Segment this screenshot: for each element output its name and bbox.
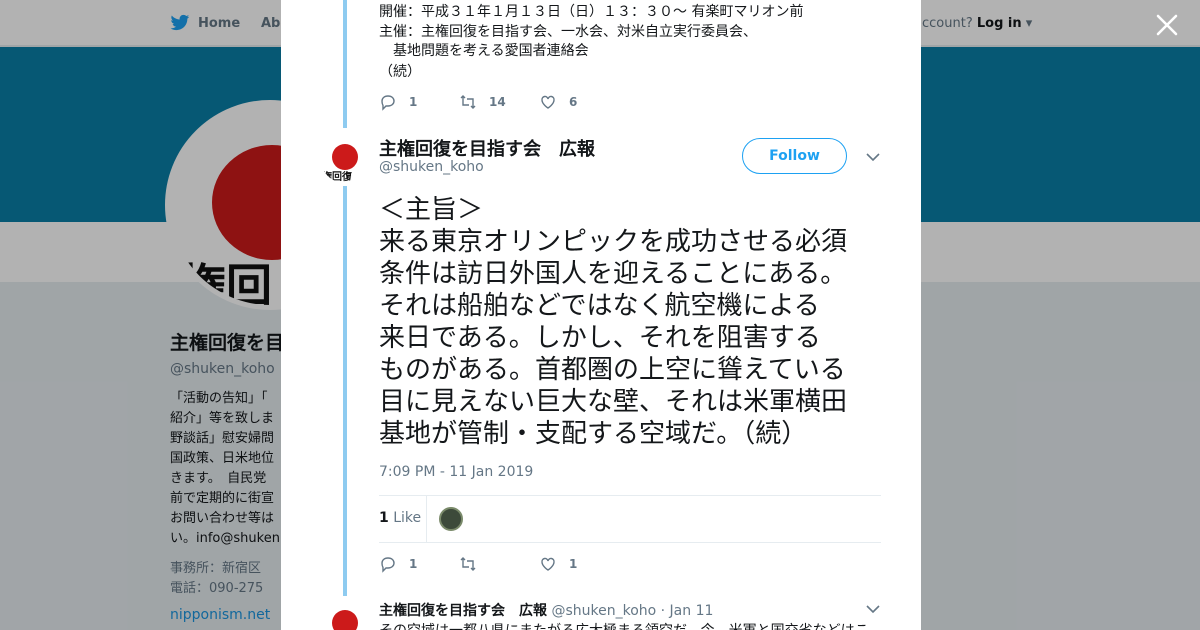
next-tweet-avatar[interactable] bbox=[322, 608, 362, 630]
prev-tweet-line: 開催：平成３１年１月１３日（日）１３：３０～ 有楽町マリオン前 bbox=[379, 4, 804, 20]
reply-button[interactable]: 1 bbox=[379, 555, 459, 573]
like-button[interactable]: 1 bbox=[539, 555, 619, 573]
retweet-button[interactable]: 14 bbox=[459, 93, 539, 111]
retweet-icon bbox=[460, 557, 476, 571]
avatar-logo-mark bbox=[332, 144, 358, 170]
tweet-modal: 開催：平成３１年１月１３日（日）１３：３０～ 有楽町マリオン前 主催：主権回復を… bbox=[281, 0, 921, 630]
prev-tweet-line: 主催：主権回復を目指す会、一水会、対米自立実行委員会、 bbox=[379, 24, 757, 40]
avatar-logo-text: 権回復 bbox=[322, 172, 352, 182]
stats-divider bbox=[426, 496, 427, 543]
reply-icon bbox=[381, 557, 395, 573]
prev-tweet-actions: 1 14 6 bbox=[379, 93, 619, 111]
reply-icon bbox=[381, 95, 395, 111]
reply-button[interactable]: 1 bbox=[379, 93, 459, 111]
prev-tweet-line: 基地問題を考える愛国者連絡会 bbox=[379, 43, 589, 59]
retweet-count: 14 bbox=[489, 95, 506, 109]
tweet-text: ＜主旨＞ 来る東京オリンピックを成功させる必須 条件は訪日外国人を迎えることにあ… bbox=[379, 195, 848, 449]
retweet-icon bbox=[460, 95, 476, 109]
heart-icon bbox=[541, 95, 555, 109]
likes-stat-count: 1 bbox=[379, 510, 389, 526]
next-tweet-handle[interactable]: @shuken_koho bbox=[551, 603, 656, 619]
tweet-author-avatar[interactable]: 権回復 bbox=[322, 142, 362, 182]
like-button[interactable]: 6 bbox=[539, 93, 619, 111]
reply-count: 1 bbox=[409, 557, 418, 571]
tweet-author-name[interactable]: 主権回復を目指す会 広報 bbox=[379, 135, 595, 161]
tweet-timestamp[interactable]: 7:09 PM - 11 Jan 2019 bbox=[379, 464, 533, 480]
tweet-stats: 1 Like bbox=[379, 495, 881, 543]
tweet-author-handle[interactable]: @shuken_koho bbox=[379, 159, 484, 175]
heart-icon bbox=[541, 557, 555, 571]
prev-tweet-line: （続） bbox=[379, 64, 421, 80]
reply-count: 1 bbox=[409, 95, 418, 109]
avatar-logo-mark bbox=[332, 610, 358, 630]
next-tweet-header: 主権回復を目指す会 広報 @shuken_koho · Jan 11 bbox=[379, 600, 713, 620]
next-tweet-date[interactable]: · Jan 11 bbox=[661, 603, 714, 619]
thread-line bbox=[343, 186, 347, 596]
chevron-down-icon[interactable] bbox=[866, 152, 880, 162]
tweet-actions: 1 1 bbox=[379, 555, 619, 573]
thread-line bbox=[343, 0, 347, 128]
close-icon[interactable] bbox=[1154, 12, 1180, 38]
like-count: 1 bbox=[569, 557, 578, 571]
liker-avatar[interactable] bbox=[439, 507, 463, 531]
next-tweet-author-name[interactable]: 主権回復を目指す会 広報 bbox=[379, 603, 547, 619]
like-count: 6 bbox=[569, 95, 578, 109]
chevron-down-icon[interactable] bbox=[866, 604, 880, 614]
likes-stat-label: Like bbox=[393, 510, 422, 526]
next-tweet-text: その空域は一都八県にまたがる広大極まる領空だ。今、米軍と国交省などはこ bbox=[379, 620, 869, 630]
retweet-button[interactable] bbox=[459, 555, 539, 573]
likes-stat[interactable]: 1 Like bbox=[379, 510, 421, 526]
follow-button[interactable]: Follow bbox=[742, 138, 847, 174]
